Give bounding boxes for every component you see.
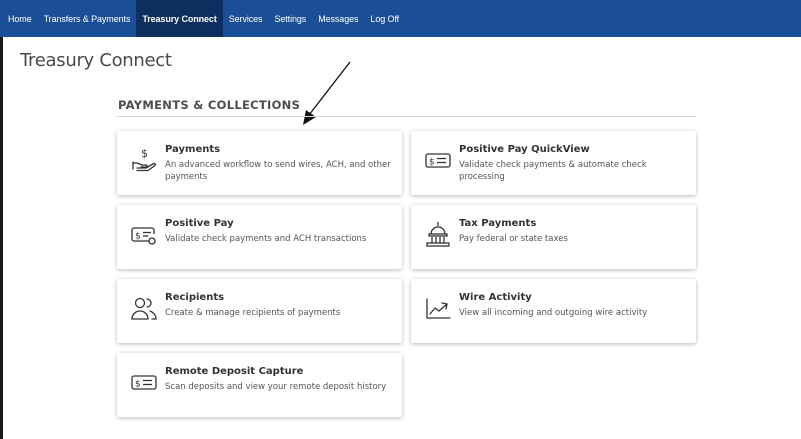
- card-title: Positive Pay: [165, 218, 234, 229]
- card-title: Wire Activity: [459, 292, 532, 303]
- card-description: Validate check payments & automate check…: [459, 160, 647, 182]
- card-title: Remote Deposit Capture: [165, 366, 304, 377]
- capitol-building-icon: [423, 219, 453, 249]
- card-remote-deposit-capture[interactable]: $ Remote Deposit Capture Scan deposits a…: [117, 353, 402, 417]
- card-title: Positive Pay QuickView: [459, 144, 590, 155]
- hand-dollar-icon: $: [129, 145, 159, 175]
- users-icon: [129, 293, 159, 323]
- card-description: An advanced workflow to send wires, ACH,…: [165, 160, 391, 182]
- top-navbar: Home Transfers & Payments Treasury Conne…: [0, 0, 801, 37]
- trend-chart-icon: [423, 293, 453, 323]
- nav-item-home[interactable]: Home: [0, 0, 38, 37]
- svg-text:$: $: [429, 158, 435, 168]
- card-title: Recipients: [165, 292, 225, 303]
- card-recipients[interactable]: Recipients Create & manage recipients of…: [117, 279, 402, 343]
- left-border: [0, 37, 3, 439]
- svg-text:$: $: [141, 147, 148, 160]
- annotation-arrow: [303, 61, 351, 125]
- check-dollar-icon: $: [423, 145, 453, 175]
- card-tax-payments[interactable]: Tax Payments Pay federal or state taxes: [411, 205, 696, 269]
- card-title: Payments: [165, 144, 221, 155]
- card-title: Tax Payments: [459, 218, 537, 229]
- card-description: View all incoming and outgoing wire acti…: [459, 308, 648, 318]
- card-payments[interactable]: $ Payments An advanced workflow to send …: [117, 131, 402, 195]
- check-search-icon: $: [129, 219, 159, 249]
- card-description: Validate check payments and ACH transact…: [165, 234, 367, 244]
- section-heading: PAYMENTS & COLLECTIONS: [118, 98, 301, 112]
- card-description: Create & manage recipients of payments: [165, 308, 341, 318]
- nav-item-treasury-connect[interactable]: Treasury Connect: [136, 0, 223, 37]
- card-description: Pay federal or state taxes: [459, 234, 568, 244]
- nav-item-settings[interactable]: Settings: [268, 0, 312, 37]
- nav-item-services[interactable]: Services: [223, 0, 269, 37]
- nav-item-transfers-payments[interactable]: Transfers & Payments: [38, 0, 137, 37]
- card-wire-activity[interactable]: Wire Activity View all incoming and outg…: [411, 279, 696, 343]
- card-positive-pay[interactable]: $ Positive Pay Validate check payments a…: [117, 205, 402, 269]
- nav-item-messages[interactable]: Messages: [312, 0, 364, 37]
- check-dollar-icon: $: [129, 367, 159, 397]
- nav-item-log-off[interactable]: Log Off: [364, 0, 405, 37]
- svg-text:$: $: [135, 380, 141, 390]
- page-title: Treasury Connect: [20, 50, 172, 71]
- svg-text:$: $: [135, 232, 141, 242]
- section-divider: [117, 116, 696, 117]
- card-positive-pay-quickview[interactable]: $ Positive Pay QuickView Validate check …: [411, 131, 696, 195]
- card-description: Scan deposits and view your remote depos…: [165, 382, 387, 392]
